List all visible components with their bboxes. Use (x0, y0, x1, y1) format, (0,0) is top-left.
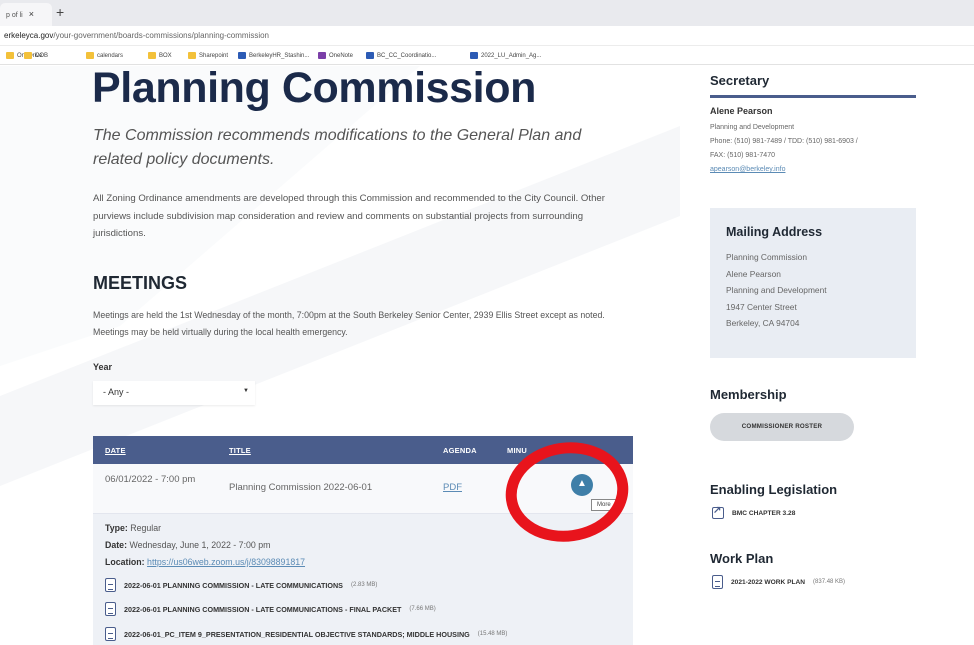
enabling-legislation-heading: Enabling Legislation (710, 482, 838, 497)
folder-icon (188, 52, 196, 59)
external-link-icon (712, 505, 724, 519)
file-name: 2022-06-01 PLANNING COMMISSION - LATE CO… (124, 604, 402, 614)
document-icon (105, 602, 116, 616)
description-text: All Zoning Ordinance amendments are deve… (93, 193, 605, 239)
address-line: Berkeley, CA 94704 (726, 318, 800, 328)
bookmark-item[interactable]: 2022_LU_Admin_Ag... (470, 52, 541, 59)
table-header: DATE TITLE AGENDA MINU (93, 436, 633, 464)
new-tab-button[interactable]: + (56, 4, 64, 20)
mailing-address-heading: Mailing Address (726, 225, 823, 239)
page-title: Planning Commission (92, 64, 536, 112)
year-select[interactable]: - Any - ▼ (93, 381, 255, 405)
tab-close-icon[interactable]: × (29, 9, 34, 19)
type-label: Type: (105, 523, 128, 533)
membership-heading: Membership (710, 387, 787, 402)
document-icon (712, 575, 723, 589)
contact-line: Phone: (510) 981-7489 / TDD: (510) 981-6… (710, 138, 858, 145)
work-plan-heading: Work Plan (710, 551, 774, 566)
mailing-address-lines: Planning Commission Alene Pearson Planni… (726, 249, 827, 332)
commissioner-roster-button[interactable]: COMMISSIONER ROSTER (710, 413, 854, 441)
secretary-name: Alene Pearson (710, 106, 773, 116)
bookmark-item[interactable]: calendars (86, 52, 123, 59)
column-header-agenda: AGENDA (443, 446, 477, 455)
file-link[interactable]: 2022-06-01 PLANNING COMMISSION - LATE CO… (105, 602, 436, 616)
file-size: (15.48 MB) (477, 631, 508, 637)
bmc-chapter-link[interactable]: BMC CHAPTER 3.28 (712, 505, 796, 519)
year-label: Year (93, 362, 113, 372)
file-name: 2022-06-01 PLANNING COMMISSION - LATE CO… (124, 580, 343, 590)
bookmark-item[interactable]: OneNote (318, 52, 353, 59)
bookmark-item[interactable]: Sharepoint (188, 52, 228, 59)
folder-icon (24, 52, 32, 59)
column-header-minutes: MINU (507, 446, 527, 455)
address-line: Planning and Development (726, 285, 827, 295)
section-divider (710, 95, 916, 98)
intro-text: The Commission recommends modifications … (93, 127, 582, 168)
agenda-pdf-link[interactable]: PDF (443, 479, 462, 496)
file-size: (7.66 MB) (409, 606, 436, 612)
table-row: 06/01/2022 - 7:00 pm Planning Commission… (93, 464, 633, 514)
contact-line: FAX: (510) 981-7470 (710, 152, 775, 159)
browser-tab[interactable]: p of li × (0, 3, 52, 26)
column-header-title[interactable]: TITLE (229, 446, 251, 455)
secretary-email-link[interactable]: apearson@berkeley.info (710, 163, 920, 177)
more-button[interactable]: ▲ (571, 474, 593, 496)
file-link[interactable]: 2022-06-01_PC_ITEM 9_PRESENTATION_RESIDE… (105, 627, 507, 641)
meetings-heading: MEETINGS (93, 273, 188, 293)
address-line: Planning Commission (726, 252, 807, 262)
address-line: 1947 Center Street (726, 301, 797, 312)
file-link[interactable]: 2022-06-01 PLANNING COMMISSION - LATE CO… (105, 578, 377, 592)
bookmark-item[interactable]: BC_CC_Coordinatio... (366, 52, 436, 59)
row-title: Planning Commission 2022-06-01 (229, 482, 373, 493)
folder-icon (148, 52, 156, 59)
meetings-description: Meetings are held the 1st Wednesday of t… (93, 310, 605, 337)
bookmarks-bar: OneDrive COB calendars BOX Sharepoint Be… (0, 47, 974, 65)
secretary-contact: Planning and Development Phone: (510) 98… (710, 121, 920, 177)
caret-down-icon: ▼ (243, 388, 249, 394)
document-icon (105, 627, 116, 641)
address-line: Alene Pearson (726, 268, 781, 279)
year-select-value: - Any - (103, 387, 130, 397)
meetings-table: DATE TITLE AGENDA MINU 06/01/2022 - 7:00… (93, 436, 633, 645)
document-icon (105, 578, 116, 592)
bookmark-item[interactable]: BOX (148, 52, 172, 59)
location-label: Location: (105, 557, 145, 567)
address-url[interactable]: erkeleyca.gov/your-government/boards-com… (4, 31, 269, 40)
more-tooltip: More (591, 499, 617, 511)
work-plan-size: (837.48 KB) (813, 579, 846, 585)
secretary-heading: Secretary (710, 73, 770, 88)
tab-label: p of li (6, 12, 23, 19)
mailing-address-card: Mailing Address Planning Commission Alen… (710, 208, 916, 358)
folder-icon (86, 52, 94, 59)
app-icon (470, 52, 478, 59)
row-date: 06/01/2022 - 7:00 pm (105, 474, 196, 485)
date-label: Date: (105, 540, 127, 550)
location-link[interactable]: https://us06web.zoom.us/j/83098891817 (147, 557, 305, 567)
app-icon (238, 52, 246, 59)
type-value: Regular (130, 523, 162, 533)
work-plan-label: 2021-2022 WORK PLAN (731, 578, 806, 586)
meeting-details: Type: Regular Date: Wednesday, June 1, 2… (105, 520, 625, 571)
browser-tab-bar: p of li × + (0, 0, 974, 26)
bookmark-item[interactable]: BerkeleyHR_Stashin... (238, 52, 309, 59)
address-bar[interactable]: erkeleyca.gov/your-government/boards-com… (0, 26, 974, 46)
bmc-chapter-label: BMC CHAPTER 3.28 (732, 509, 796, 517)
chevron-up-icon: ▲ (577, 478, 587, 489)
file-name: 2022-06-01_PC_ITEM 9_PRESENTATION_RESIDE… (124, 629, 470, 639)
file-size: (2.83 MB) (350, 582, 378, 588)
onenote-icon (318, 52, 326, 59)
work-plan-link[interactable]: 2021-2022 WORK PLAN (837.48 KB) (712, 575, 845, 589)
folder-icon (6, 52, 14, 59)
bookmark-item[interactable]: COB (24, 52, 48, 59)
contact-line: Planning and Development (710, 124, 795, 131)
date-value: Wednesday, June 1, 2022 - 7:00 pm (129, 540, 271, 550)
app-icon (366, 52, 374, 59)
column-header-date[interactable]: DATE (105, 446, 126, 455)
